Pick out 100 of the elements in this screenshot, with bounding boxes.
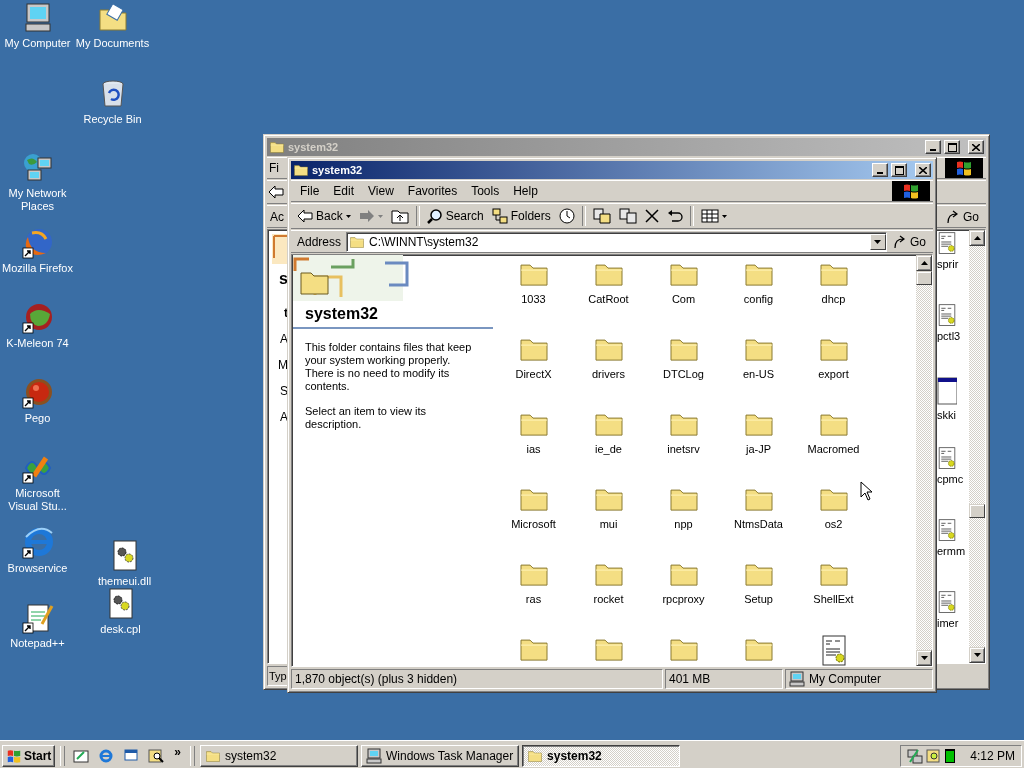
folders-button[interactable]: Folders: [488, 205, 554, 227]
file-label[interactable]: os2: [824, 518, 843, 531]
start-button[interactable]: Start: [2, 744, 56, 767]
file-label[interactable]: cpmc: [937, 473, 964, 486]
menu-item[interactable]: Fi: [267, 159, 281, 177]
menu-item[interactable]: File: [294, 182, 326, 200]
file-label[interactable]: ie_de: [595, 443, 622, 456]
taskbar-button[interactable]: Windows Task Manager: [361, 744, 520, 767]
gear-document-icon: [937, 591, 957, 614]
desktop-icon-label[interactable]: Browservice: [7, 562, 68, 575]
file-label[interactable]: Com: [671, 293, 696, 306]
down-arrow-icon: [874, 239, 882, 244]
scroll-thumb[interactable]: [916, 271, 932, 285]
desktop-icon-label[interactable]: Mozilla Firefox: [2, 262, 73, 275]
file-label[interactable]: DirectX: [515, 368, 552, 381]
desktop-icon-label[interactable]: themeui.dll: [97, 575, 152, 588]
vertical-scrollbar[interactable]: [916, 255, 932, 666]
desktop-icon-label[interactable]: Notepad++: [10, 637, 65, 650]
undo-icon: [666, 209, 683, 223]
desktop-icon-label[interactable]: My Documents: [75, 37, 150, 50]
file-label[interactable]: drivers: [592, 368, 625, 381]
maximize-button[interactable]: [944, 140, 960, 154]
address-label: Ac: [269, 209, 285, 224]
file-label[interactable]: DTCLog: [663, 368, 704, 381]
desktop-icon-label[interactable]: Recycle Bin: [83, 113, 142, 126]
windows-logo-icon: [902, 182, 920, 200]
move-to-icon: [592, 208, 611, 224]
taskbar-button[interactable]: system32: [522, 744, 681, 767]
maximize-button[interactable]: [891, 163, 907, 177]
scroll-down-button[interactable]: [969, 647, 985, 663]
file-label[interactable]: pctl3: [937, 329, 961, 342]
menu-item[interactable]: Help: [507, 182, 544, 200]
window-icon: [123, 747, 140, 764]
file-label[interactable]: inetsrv: [667, 443, 700, 456]
folder-title: system32: [293, 303, 493, 329]
go-button[interactable]: Go: [942, 209, 983, 224]
back-arrow-icon: [297, 209, 313, 223]
file-label[interactable]: Macromed: [807, 443, 860, 456]
file-label[interactable]: rocket: [593, 593, 624, 606]
scroll-down-button[interactable]: [916, 650, 932, 666]
menu-item[interactable]: View: [362, 182, 400, 200]
desktop-icon-label[interactable]: My Computer: [4, 37, 71, 50]
file-label[interactable]: sprir: [937, 257, 959, 270]
file-label[interactable]: ias: [526, 443, 541, 456]
file-label[interactable]: ermm: [937, 545, 966, 558]
vertical-scrollbar[interactable]: [969, 230, 985, 663]
status-text: My Computer: [809, 672, 882, 686]
file-label[interactable]: Microsoft: [511, 518, 556, 531]
history-clock-icon: [558, 208, 575, 224]
minimize-button[interactable]: [925, 140, 941, 154]
file-label[interactable]: imer: [937, 617, 959, 629]
file-label[interactable]: ShellExt: [813, 593, 854, 606]
close-button[interactable]: [968, 140, 984, 154]
menu-item[interactable]: Edit: [327, 182, 361, 200]
folder-icon: [293, 163, 309, 177]
maximize-icon: [947, 142, 957, 152]
file-label[interactable]: export: [818, 368, 849, 381]
menu-item[interactable]: Tools: [465, 182, 506, 200]
file-label[interactable]: npp: [674, 518, 693, 531]
scroll-thumb[interactable]: [969, 504, 985, 518]
folder-tree-icon: [491, 208, 508, 224]
desktop-icon-label[interactable]: Microsoft Visual Stu...: [0, 487, 75, 513]
panel-text: S: [280, 384, 288, 398]
file-label[interactable]: NtmsData: [734, 518, 783, 531]
panel-text: M: [278, 358, 288, 372]
taskbar-button[interactable]: system32: [200, 744, 359, 767]
file-label[interactable]: CatRoot: [588, 293, 629, 306]
desktop-icon-label[interactable]: Pego: [24, 412, 51, 425]
close-button[interactable]: [915, 163, 931, 177]
computer-icon: [789, 671, 805, 687]
menu-item[interactable]: Favorites: [401, 182, 464, 200]
desktop-icon-label[interactable]: desk.cpl: [100, 623, 141, 636]
back-button[interactable]: Back: [294, 205, 354, 227]
file-label[interactable]: mui: [599, 518, 618, 531]
file-label[interactable]: rpcproxy: [662, 593, 705, 606]
file-label[interactable]: dhcp: [821, 293, 846, 306]
file-label[interactable]: Setup: [744, 593, 773, 606]
file-label[interactable]: config: [743, 293, 774, 306]
panel-text: s: [279, 270, 288, 288]
cpu-meter-icon: [945, 748, 955, 763]
file-label[interactable]: ja-JP: [745, 443, 772, 456]
window-title: system32: [312, 164, 364, 176]
desktop-icon-label[interactable]: K-Meleon 74: [6, 337, 69, 350]
more-chevron[interactable]: »: [170, 744, 186, 767]
minimize-button[interactable]: [872, 163, 888, 177]
up-arrow-icon: [920, 261, 928, 265]
desktop-icon-label[interactable]: My Network Places: [0, 187, 75, 213]
scroll-up-button[interactable]: [969, 230, 985, 246]
go-button[interactable]: Go: [889, 234, 930, 249]
file-label[interactable]: ras: [525, 593, 542, 606]
file-label[interactable]: skki: [937, 408, 956, 421]
scroll-up-button[interactable]: [916, 255, 932, 271]
file-label[interactable]: en-US: [742, 368, 775, 381]
search-button[interactable]: Search: [423, 205, 487, 227]
caret-icon: [721, 214, 727, 218]
go-arrow-icon: [893, 234, 907, 249]
address-field[interactable]: C:\WINNT\system32: [346, 231, 887, 252]
hint-text: Select an item to view its description.: [305, 405, 428, 431]
file-label[interactable]: 1033: [521, 293, 546, 306]
dropdown-button[interactable]: [870, 233, 886, 250]
